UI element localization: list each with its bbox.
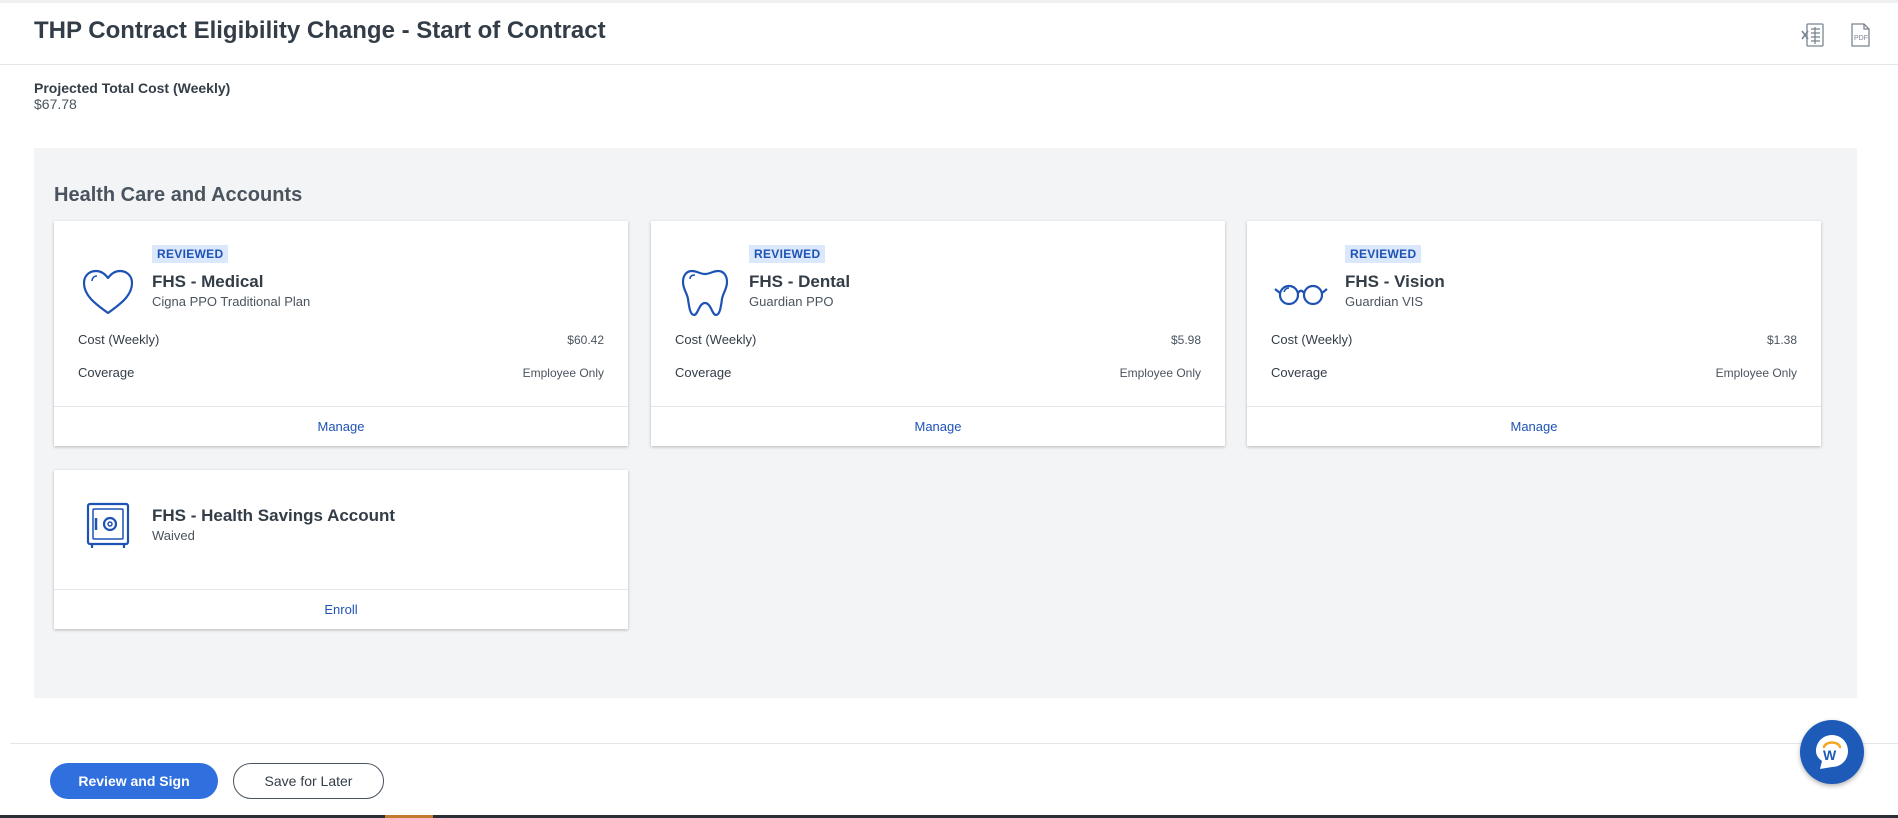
footer-divider <box>10 743 1898 744</box>
pdf-export-icon[interactable]: PDF <box>1847 21 1873 49</box>
manage-button[interactable]: Manage <box>651 406 1225 446</box>
benefit-card-hsa: FHS - Health Savings Account Waived Enro… <box>54 470 628 629</box>
cost-value: $1.38 <box>1766 333 1797 347</box>
enroll-button[interactable]: Enroll <box>54 589 628 629</box>
pdf-icon-label: PDF <box>1854 35 1868 42</box>
plan-subtitle: Guardian PPO <box>749 294 834 309</box>
benefit-card-dental: REVIEWED FHS - Dental Guardian PPO Cost … <box>651 221 1225 446</box>
status-badge: REVIEWED <box>749 245 826 263</box>
cost-label: Cost (Weekly) <box>78 332 160 347</box>
coverage-value: Employee Only <box>1715 366 1797 380</box>
save-for-later-button[interactable]: Save for Later <box>233 763 384 799</box>
plan-title: FHS - Medical <box>152 272 264 291</box>
workday-chat-icon[interactable]: W <box>1800 720 1864 784</box>
plan-subtitle: Cigna PPO Traditional Plan <box>152 294 311 309</box>
chat-letter: W <box>1823 747 1837 763</box>
review-and-sign-button[interactable]: Review and Sign <box>50 763 218 799</box>
plan-title: FHS - Vision <box>1345 272 1445 291</box>
health-care-section: Health Care and Accounts REVIEWED FHS - … <box>34 148 1857 698</box>
page-title: THP Contract Eligibility Change - Start … <box>34 17 606 44</box>
excel-export-icon[interactable] <box>1800 21 1826 49</box>
coverage-value: Employee Only <box>522 366 604 380</box>
coverage-label: Coverage <box>78 365 135 380</box>
manage-button[interactable]: Manage <box>54 406 628 446</box>
status-badge: REVIEWED <box>1345 245 1422 263</box>
coverage-label: Coverage <box>1271 365 1328 380</box>
benefit-card-medical: REVIEWED FHS - Medical Cigna PPO Traditi… <box>54 221 628 446</box>
projected-cost-value: $67.78 <box>34 96 77 112</box>
plan-title: FHS - Dental <box>749 272 851 291</box>
safe-icon <box>80 498 136 554</box>
manage-button[interactable]: Manage <box>1247 406 1821 446</box>
heart-icon <box>80 265 136 321</box>
coverage-label: Coverage <box>675 365 732 380</box>
tooth-icon <box>677 265 733 321</box>
cost-label: Cost (Weekly) <box>675 332 757 347</box>
plan-subtitle: Waived <box>152 528 195 543</box>
plan-subtitle: Guardian VIS <box>1345 294 1424 309</box>
status-badge: REVIEWED <box>152 245 229 263</box>
section-title: Health Care and Accounts <box>54 184 303 206</box>
cost-value: $60.42 <box>567 333 604 347</box>
coverage-value: Employee Only <box>1119 366 1201 380</box>
plan-title: FHS - Health Savings Account <box>152 506 396 525</box>
cost-label: Cost (Weekly) <box>1271 332 1353 347</box>
glasses-icon <box>1273 265 1329 321</box>
page-header: THP Contract Eligibility Change - Start … <box>0 3 1898 65</box>
cost-value: $5.98 <box>1170 333 1201 347</box>
benefit-card-vision: REVIEWED FHS - Vision Guardian VIS Cost … <box>1247 221 1821 446</box>
projected-cost-label: Projected Total Cost (Weekly) <box>34 80 231 96</box>
